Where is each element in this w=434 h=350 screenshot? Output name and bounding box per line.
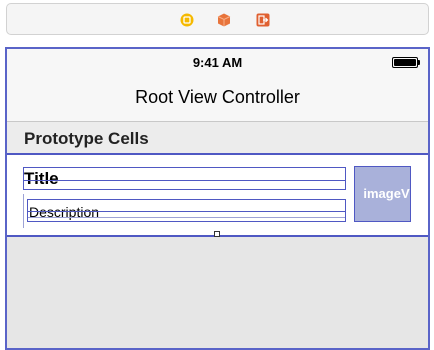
title-text: Title (24, 169, 59, 188)
prototype-cell[interactable]: Title Description imageVi (7, 153, 428, 237)
baseline-guide (28, 211, 345, 212)
battery-icon (392, 57, 418, 68)
status-bar: 9:41 AM (7, 49, 428, 74)
scene-dock (6, 3, 429, 35)
view-controller-scene[interactable]: 9:41 AM Root View Controller Prototype C… (5, 47, 430, 350)
view-controller-icon[interactable] (180, 13, 194, 27)
baseline-guide (28, 217, 345, 218)
battery-tip (418, 60, 420, 65)
baseline-guide (24, 180, 345, 181)
nav-title: Root View Controller (135, 87, 300, 107)
title-label[interactable]: Title (23, 167, 346, 190)
image-view-placeholder: imageVi (363, 186, 411, 201)
image-view[interactable]: imageVi (354, 166, 411, 222)
exit-icon[interactable] (256, 13, 270, 27)
first-responder-icon[interactable] (217, 13, 231, 27)
description-label[interactable]: Description (27, 199, 346, 222)
section-title: Prototype Cells (24, 129, 149, 148)
resize-handle[interactable] (214, 231, 220, 237)
navigation-bar[interactable]: Root View Controller (7, 74, 428, 122)
status-time: 9:41 AM (192, 55, 243, 70)
section-header: Prototype Cells (7, 122, 428, 153)
